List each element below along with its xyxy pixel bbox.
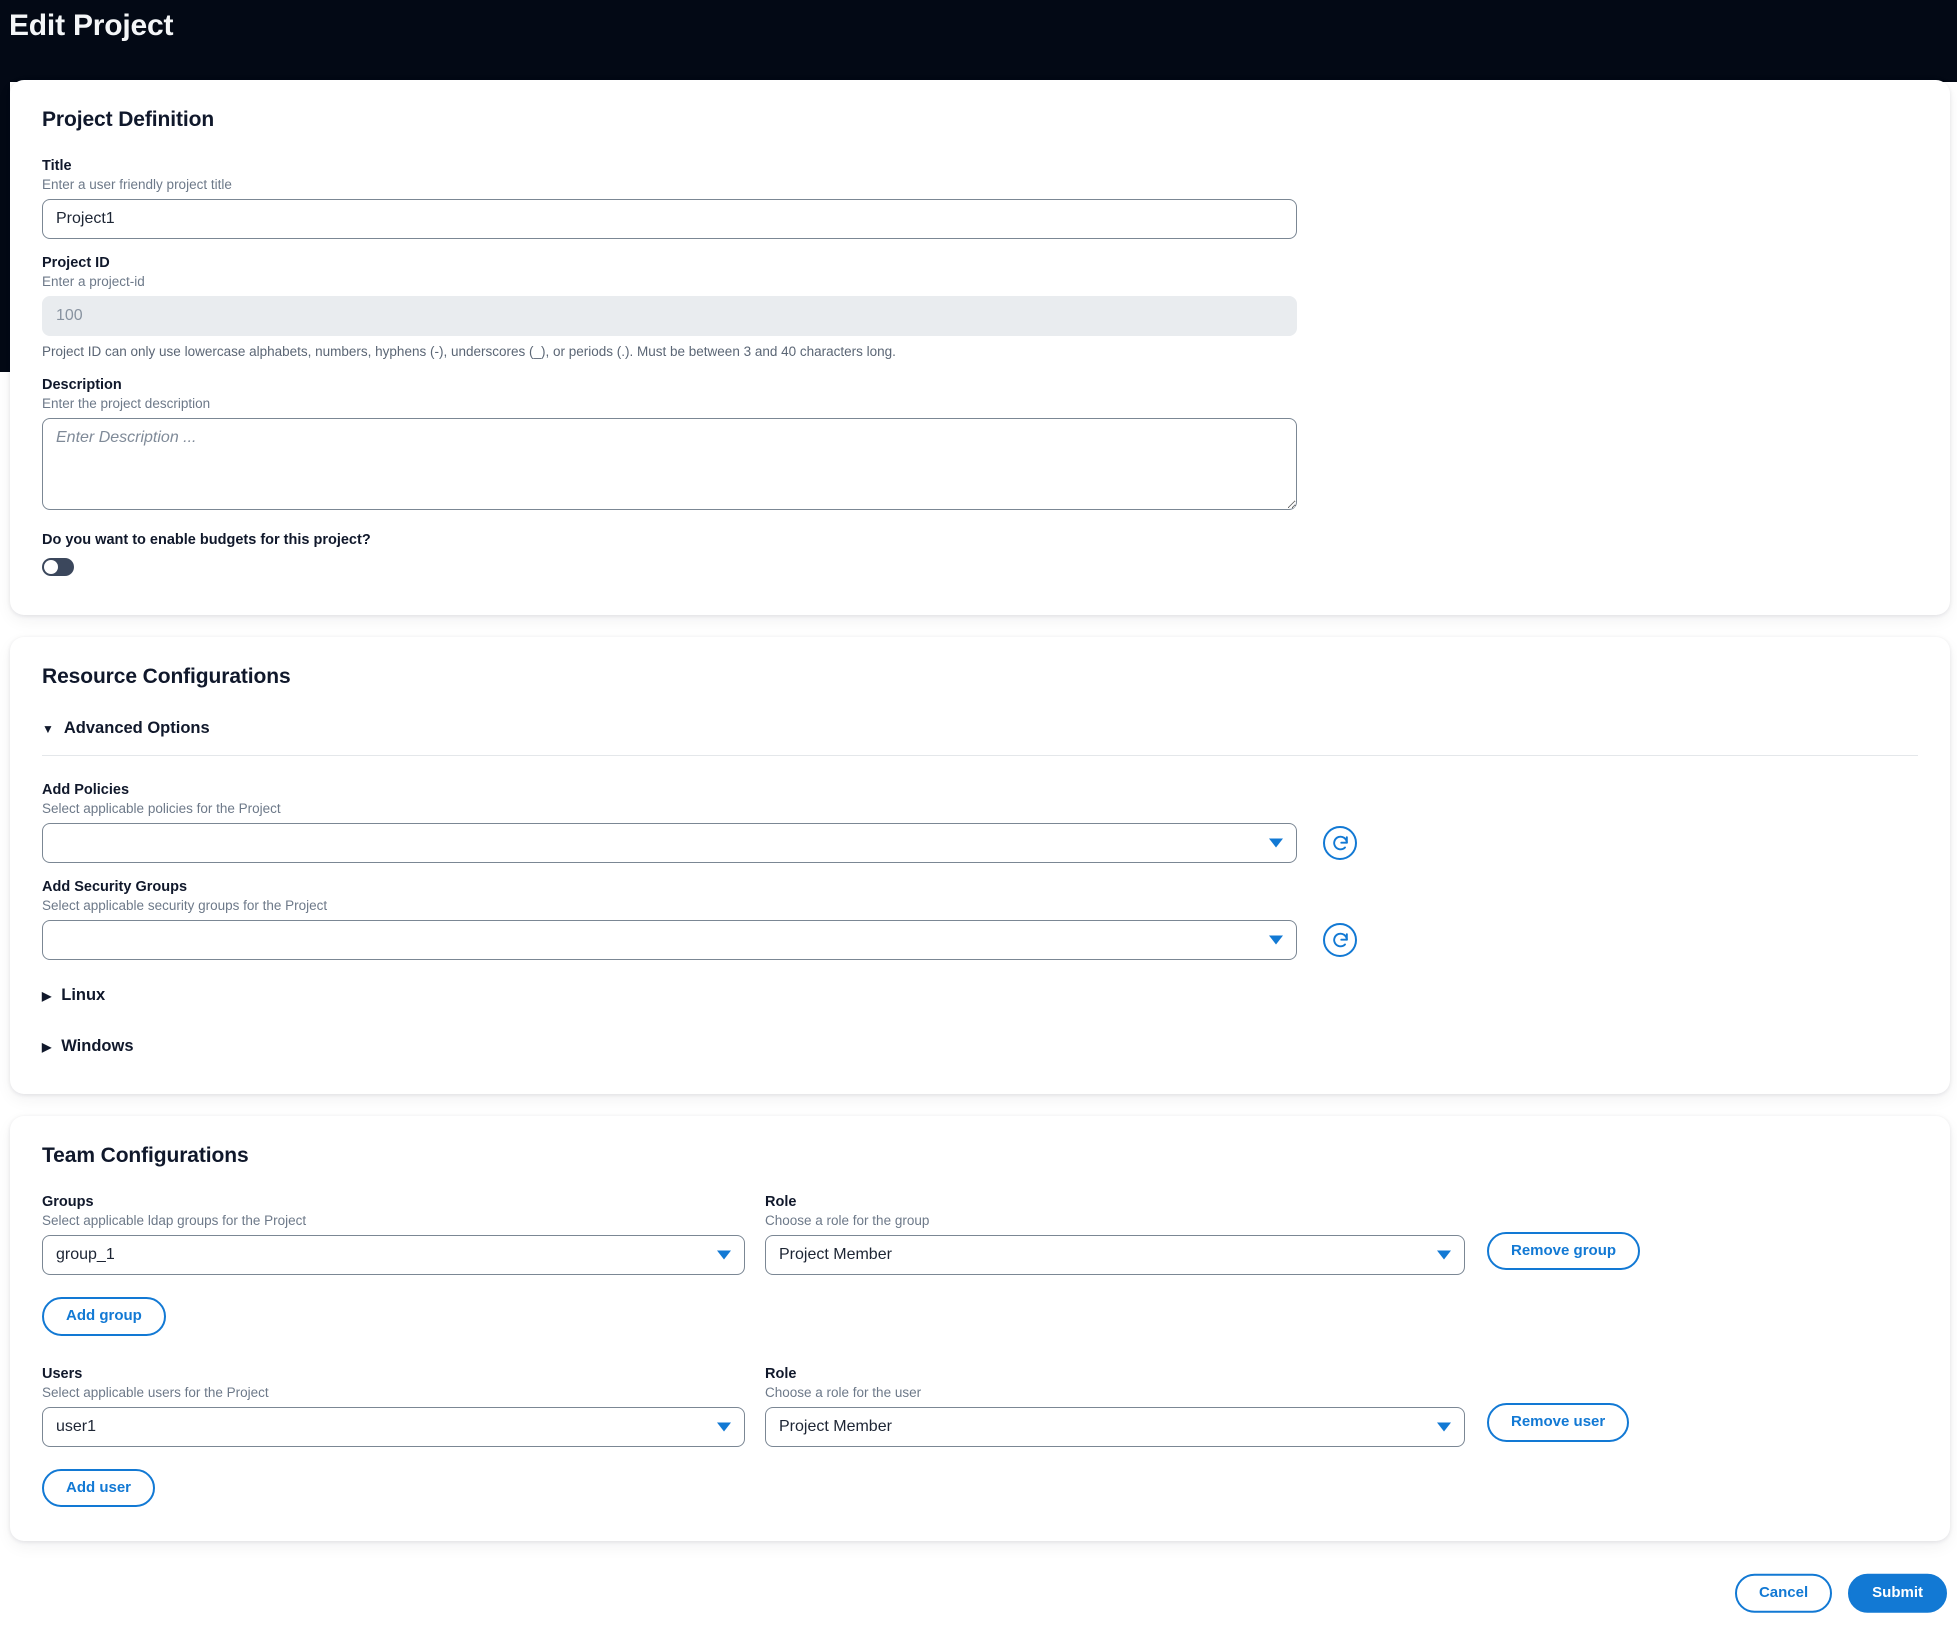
add-security-groups-field-group: Add Security Groups Select applicable se…: [42, 879, 1918, 960]
users-help: Select applicable users for the Project: [42, 1384, 269, 1400]
refresh-icon: [1332, 835, 1348, 850]
group-role-select-wrap: Project Member: [765, 1235, 1465, 1275]
add-policies-select-wrap: [42, 823, 1297, 863]
app-left-rail: [0, 0, 10, 372]
project-id-field-group: Project ID Enter a project-id Project ID…: [42, 255, 1918, 359]
users-field-group: Users Select applicable users for the Pr…: [42, 1366, 745, 1447]
project-id-help: Enter a project-id: [42, 274, 145, 289]
title-input[interactable]: [42, 199, 1297, 239]
groups-select[interactable]: group_1: [42, 1235, 745, 1275]
refresh-security-groups-button[interactable]: [1323, 923, 1357, 957]
app-header-background: [0, 0, 1957, 82]
users-select-wrap: user1: [42, 1406, 745, 1447]
submit-button[interactable]: Submit: [1848, 1573, 1947, 1613]
title-field-group: Title Enter a user friendly project titl…: [42, 158, 1918, 239]
group-role-help: Choose a role for the group: [765, 1213, 930, 1228]
user-role-select[interactable]: Project Member: [765, 1406, 1465, 1447]
chevron-right-icon: ▶: [42, 1039, 52, 1054]
add-policies-field-group: Add Policies Select applicable policies …: [42, 782, 1918, 863]
linux-section-label: Linux: [61, 986, 106, 1004]
refresh-icon: [1332, 932, 1348, 947]
add-security-groups-select[interactable]: [42, 920, 1297, 960]
add-policies-label: Add Policies: [42, 782, 130, 798]
windows-section-toggle[interactable]: ▶ Windows: [42, 1033, 1918, 1060]
add-policies-row: [42, 823, 1918, 863]
title-label: Title: [42, 158, 72, 174]
add-user-button[interactable]: Add user: [42, 1468, 156, 1507]
cancel-button[interactable]: Cancel: [1734, 1573, 1833, 1613]
linux-section-toggle[interactable]: ▶ Linux: [42, 982, 1918, 1009]
groups-label: Groups: [42, 1194, 94, 1210]
section-title-project-definition: Project Definition: [42, 108, 215, 131]
remove-group-button[interactable]: Remove group: [1487, 1231, 1641, 1270]
add-group-holder: Add group: [42, 1297, 1918, 1336]
advanced-options-label: Advanced Options: [63, 719, 210, 737]
add-group-button[interactable]: Add group: [42, 1297, 166, 1336]
groups-help: Select applicable ldap groups for the Pr…: [42, 1213, 307, 1228]
page-title: Edit Project: [9, 9, 174, 42]
groups-select-wrap: group_1: [42, 1235, 745, 1275]
project-id-input: [42, 296, 1297, 336]
windows-section-label: Windows: [61, 1037, 134, 1055]
add-policies-help: Select applicable policies for the Proje…: [42, 801, 281, 816]
groups-field-group: Groups Select applicable ldap groups for…: [42, 1194, 745, 1275]
section-title-team-configurations: Team Configurations: [42, 1144, 249, 1167]
resource-configurations-card: Resource Configurations ▼ Advanced Optio…: [10, 637, 1950, 1094]
group-role-select[interactable]: Project Member: [765, 1235, 1465, 1275]
add-security-groups-row: [42, 920, 1918, 960]
add-security-groups-label: Add Security Groups: [42, 879, 188, 895]
add-user-holder: Add user: [42, 1468, 1918, 1507]
section-title-resource-configurations: Resource Configurations: [42, 665, 291, 688]
user-role-select-wrap: Project Member: [765, 1406, 1465, 1447]
user-row: Users Select applicable users for the Pr…: [42, 1366, 1918, 1447]
description-label: Description: [42, 377, 122, 393]
group-role-label: Role: [765, 1194, 797, 1210]
chevron-right-icon: ▶: [42, 988, 52, 1003]
content-area: Project Definition Title Enter a user fr…: [10, 80, 1950, 1563]
add-security-groups-help: Select applicable security groups for th…: [42, 898, 328, 913]
project-id-label: Project ID: [42, 255, 110, 271]
project-id-note: Project ID can only use lowercase alphab…: [42, 344, 896, 359]
remove-user-holder: Remove user: [1487, 1403, 1630, 1447]
footer-actions: Cancel Submit: [1734, 1573, 1947, 1613]
group-row: Groups Select applicable ldap groups for…: [42, 1194, 1918, 1275]
user-role-label: Role: [765, 1365, 797, 1382]
budget-toggle-question: Do you want to enable budgets for this p…: [42, 532, 371, 548]
description-field-group: Description Enter the project descriptio…: [42, 377, 1918, 510]
remove-user-button[interactable]: Remove user: [1487, 1403, 1630, 1442]
advanced-options-toggle[interactable]: ▼ Advanced Options: [42, 715, 1918, 742]
page-root: Edit Project Project Definition Title En…: [0, 0, 1957, 1633]
group-role-field-group: Role Choose a role for the group Project…: [765, 1194, 1465, 1275]
team-configurations-card: Team Configurations Groups Select applic…: [10, 1116, 1950, 1541]
add-policies-select[interactable]: [42, 823, 1297, 863]
users-select[interactable]: user1: [42, 1406, 745, 1447]
description-textarea[interactable]: [42, 418, 1297, 510]
chevron-down-icon: ▼: [42, 721, 54, 736]
advanced-options-divider: [42, 755, 1918, 756]
user-role-field-group: Role Choose a role for the user Project …: [765, 1366, 1465, 1447]
users-label: Users: [42, 1365, 83, 1382]
description-help: Enter the project description: [42, 396, 211, 411]
remove-group-holder: Remove group: [1487, 1231, 1641, 1276]
user-role-help: Choose a role for the user: [765, 1384, 922, 1400]
title-help: Enter a user friendly project title: [42, 177, 232, 192]
budget-toggle-knob: [44, 560, 58, 574]
project-definition-card: Project Definition Title Enter a user fr…: [10, 80, 1950, 615]
budget-toggle-switch[interactable]: [42, 558, 74, 576]
refresh-policies-button[interactable]: [1323, 826, 1357, 860]
add-security-groups-select-wrap: [42, 920, 1297, 960]
